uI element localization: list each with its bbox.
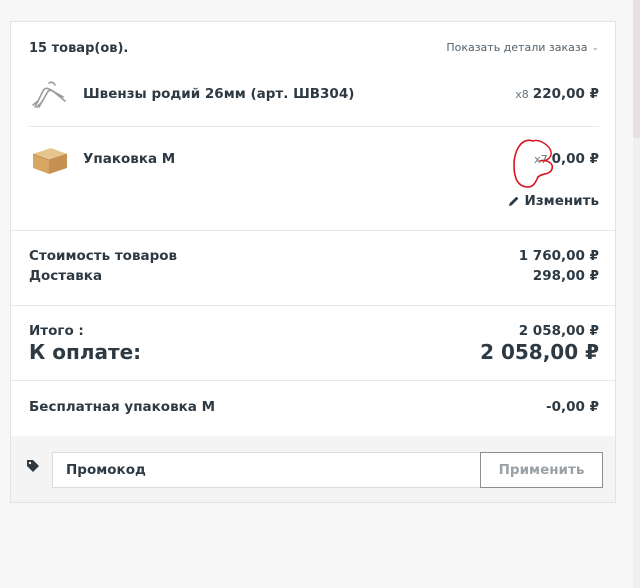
show-order-details-link[interactable]: Показать детали заказа ⌄: [446, 41, 599, 54]
order-summary-card: 15 товар(ов). Показать детали заказа ⌄ Ш…: [10, 21, 616, 503]
apply-promo-button[interactable]: Применить: [480, 452, 603, 488]
total-row: Итого : 2 058,00 ₽: [29, 323, 599, 341]
delivery-label: Доставка: [29, 268, 103, 284]
item-name[interactable]: Швензы родий 26мм (арт. ШВ304): [83, 86, 354, 102]
scrollbar-thumb[interactable]: [633, 0, 640, 138]
item-quantity: x7: [534, 153, 548, 166]
discount-label: Бесплатная упаковка М: [29, 399, 216, 415]
pencil-icon: [508, 196, 518, 206]
discount-row: Бесплатная упаковка М -0,00 ₽: [29, 399, 599, 417]
edit-label: Изменить: [524, 193, 599, 209]
promo-code-input[interactable]: [52, 452, 481, 488]
box-icon: [32, 148, 68, 174]
tag-icon: [27, 460, 39, 472]
scrollbar-track[interactable]: [633, 138, 640, 588]
item-quantity: x8: [515, 88, 529, 101]
delivery-value: 298,00 ₽: [532, 268, 599, 284]
divider: [29, 126, 599, 127]
item-price: 220,00 ₽: [532, 86, 599, 102]
goods-cost-label: Стоимость товаров: [29, 248, 178, 264]
amount-due-row: К оплате: 2 058,00 ₽: [29, 340, 599, 366]
edit-link[interactable]: Изменить: [508, 193, 599, 209]
promo-section: Применить: [11, 436, 615, 502]
total-value: 2 058,00 ₽: [518, 323, 599, 339]
cart-header: 15 товар(ов). Показать детали заказа ⌄: [29, 41, 599, 59]
item-count: 15 товар(ов).: [29, 41, 129, 56]
item-price-group: x7 0,00 ₽: [534, 151, 599, 167]
divider: [11, 380, 615, 381]
item-name[interactable]: Упаковка М: [83, 151, 175, 167]
cart-item: Упаковка М x7 0,00 ₽ Изменить: [29, 144, 599, 214]
earring-hooks-icon: [32, 81, 66, 108]
show-order-details-label: Показать детали заказа: [446, 41, 588, 54]
amount-due-label: К оплате:: [29, 340, 142, 364]
item-price: 0,00 ₽: [551, 151, 599, 167]
amount-due-value: 2 058,00 ₽: [480, 340, 599, 364]
discount-value: -0,00 ₽: [545, 399, 599, 415]
goods-cost-row: Стоимость товаров 1 760,00 ₽: [29, 248, 599, 266]
chevron-down-icon: ⌄: [591, 42, 599, 53]
item-price-group: x8 220,00 ₽: [515, 86, 599, 102]
delivery-row: Доставка 298,00 ₽: [29, 268, 599, 286]
total-label: Итого :: [29, 323, 84, 339]
goods-cost-value: 1 760,00 ₽: [518, 248, 599, 264]
cart-item: Швензы родий 26мм (арт. ШВ304) x8 220,00 …: [29, 77, 599, 117]
divider: [11, 230, 615, 231]
divider: [11, 305, 615, 306]
